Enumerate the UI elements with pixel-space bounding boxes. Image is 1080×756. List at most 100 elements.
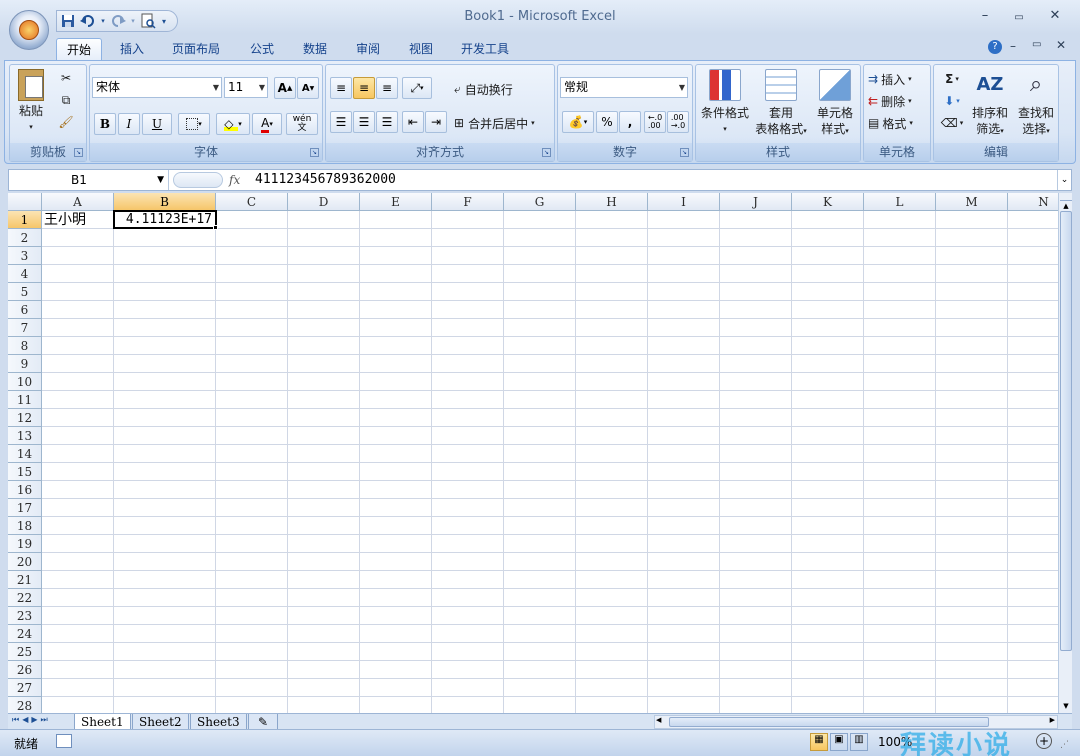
- row-header-11[interactable]: 11: [8, 391, 42, 409]
- bold-button[interactable]: B: [94, 113, 116, 135]
- tab-developer[interactable]: 开发工具: [452, 38, 518, 60]
- scroll-right-icon[interactable]: ▶: [1050, 716, 1055, 724]
- maximize-button[interactable]: ▭: [1002, 8, 1036, 28]
- grow-font-button[interactable]: A ▲: [274, 77, 296, 99]
- decrease-indent-button[interactable]: ⇤: [402, 111, 424, 133]
- align-left-button[interactable]: ☰: [330, 111, 352, 133]
- percent-button[interactable]: %: [596, 111, 618, 133]
- row-header-1[interactable]: 1: [8, 211, 42, 229]
- vertical-scrollbar[interactable]: ▲ ▼: [1058, 193, 1072, 713]
- column-header-f[interactable]: F: [432, 193, 504, 211]
- tab-insert[interactable]: 插入: [110, 38, 154, 60]
- undo-dropdown-icon[interactable]: ▾: [99, 12, 107, 30]
- fill-handle[interactable]: [213, 225, 218, 230]
- row-header-17[interactable]: 17: [8, 499, 42, 517]
- scroll-down-icon[interactable]: ▼: [1060, 701, 1072, 711]
- column-header-a[interactable]: A: [42, 193, 114, 211]
- close-button[interactable]: ✕: [1038, 8, 1072, 28]
- customize-qat-icon[interactable]: ▾: [159, 12, 169, 30]
- row-header-15[interactable]: 15: [8, 463, 42, 481]
- align-middle-button[interactable]: ≡: [353, 77, 375, 99]
- orientation-button[interactable]: ⤢ ▾: [402, 77, 432, 99]
- column-header-n[interactable]: N: [1008, 193, 1058, 211]
- scroll-left-icon[interactable]: ◀: [656, 716, 661, 724]
- delete-cells-button[interactable]: ⇇ 删除 ▾: [868, 91, 912, 111]
- row-header-7[interactable]: 7: [8, 319, 42, 337]
- workbook-restore-button[interactable]: ▭: [1032, 39, 1041, 50]
- find-select-button[interactable]: ⌕ 查找和 选择▾: [1014, 69, 1058, 139]
- align-top-button[interactable]: ≡: [330, 77, 352, 99]
- cell-a1[interactable]: 王小明: [44, 211, 112, 229]
- row-header-13[interactable]: 13: [8, 427, 42, 445]
- currency-button[interactable]: 💰 ▾: [562, 111, 594, 133]
- merge-center-button[interactable]: ⊞ 合并后居中 ▾: [454, 113, 535, 133]
- formula-bar-resize-handle[interactable]: [173, 172, 223, 188]
- row-header-4[interactable]: 4: [8, 265, 42, 283]
- clear-button[interactable]: ⌫ ▾: [938, 113, 966, 133]
- row-header-2[interactable]: 2: [8, 229, 42, 247]
- expand-formula-bar-icon[interactable]: ⌄: [1057, 170, 1071, 190]
- format-cells-button[interactable]: ▤ 格式 ▾: [868, 113, 913, 133]
- scroll-up-icon[interactable]: ▲: [1060, 201, 1072, 211]
- cell-styles-button[interactable]: 单元格 样式▾: [810, 69, 860, 139]
- macro-record-icon[interactable]: [56, 734, 72, 748]
- italic-button[interactable]: I: [118, 113, 140, 135]
- sort-filter-button[interactable]: AZ 排序和 筛选▾: [968, 69, 1012, 139]
- copy-icon[interactable]: ⧉: [56, 91, 76, 109]
- column-header-l[interactable]: L: [864, 193, 936, 211]
- sheet-tab-2[interactable]: Sheet2: [132, 714, 189, 730]
- print-preview-icon[interactable]: [139, 12, 157, 30]
- row-header-3[interactable]: 3: [8, 247, 42, 265]
- sheet-nav-icons[interactable]: ⏮◀▶⏭: [12, 715, 51, 725]
- row-header-16[interactable]: 16: [8, 481, 42, 499]
- row-header-28[interactable]: 28: [8, 697, 42, 713]
- phonetic-button[interactable]: wén 文: [286, 113, 318, 135]
- underline-button[interactable]: U: [142, 113, 172, 135]
- formula-input[interactable]: 411123456789362000: [255, 170, 396, 190]
- format-painter-icon[interactable]: 🖌: [56, 113, 76, 131]
- worksheet-grid[interactable]: A B C D E F G H I J K L M N 1 2 3 4 5 6 7 8 9 10 11 12 13 14 15 16 17 1…: [8, 193, 1058, 713]
- comma-button[interactable]: ,: [619, 111, 641, 133]
- row-header-23[interactable]: 23: [8, 607, 42, 625]
- tab-formulas[interactable]: 公式: [240, 38, 284, 60]
- row-header-20[interactable]: 20: [8, 553, 42, 571]
- alignment-launcher-icon[interactable]: ↘: [542, 148, 551, 157]
- row-header-5[interactable]: 5: [8, 283, 42, 301]
- zoom-in-icon[interactable]: +: [1036, 733, 1052, 749]
- shrink-font-button[interactable]: A ▼: [297, 77, 319, 99]
- resize-grip-icon[interactable]: ⋰: [1060, 740, 1069, 750]
- row-header-19[interactable]: 19: [8, 535, 42, 553]
- column-header-i[interactable]: I: [648, 193, 720, 211]
- conditional-formatting-button[interactable]: 条件格式 ▾: [698, 69, 752, 137]
- row-header-9[interactable]: 9: [8, 355, 42, 373]
- row-header-10[interactable]: 10: [8, 373, 42, 391]
- format-as-table-button[interactable]: 套用 表格格式▾: [752, 69, 810, 139]
- row-header-24[interactable]: 24: [8, 625, 42, 643]
- page-break-view-icon[interactable]: ▥: [850, 733, 868, 751]
- row-header-21[interactable]: 21: [8, 571, 42, 589]
- tab-view[interactable]: 视图: [399, 38, 443, 60]
- borders-button[interactable]: ▾: [178, 113, 210, 135]
- clipboard-launcher-icon[interactable]: ↘: [74, 148, 83, 157]
- increase-indent-button[interactable]: ⇥: [425, 111, 447, 133]
- name-box[interactable]: B1 ▼: [9, 170, 169, 190]
- row-header-8[interactable]: 8: [8, 337, 42, 355]
- fill-color-button[interactable]: ◇ ▾: [216, 113, 250, 135]
- column-header-h[interactable]: H: [576, 193, 648, 211]
- sheet-tab-1[interactable]: Sheet1: [74, 714, 131, 730]
- tab-home[interactable]: 开始: [56, 38, 102, 60]
- font-size-dropdown[interactable]: 11 ▼: [224, 77, 268, 98]
- row-header-6[interactable]: 6: [8, 301, 42, 319]
- number-launcher-icon[interactable]: ↘: [680, 148, 689, 157]
- column-header-c[interactable]: C: [216, 193, 288, 211]
- row-header-25[interactable]: 25: [8, 643, 42, 661]
- page-layout-view-icon[interactable]: ▣: [830, 733, 848, 751]
- select-all-button[interactable]: [8, 193, 42, 211]
- row-header-26[interactable]: 26: [8, 661, 42, 679]
- tab-review[interactable]: 审阅: [346, 38, 390, 60]
- column-header-e[interactable]: E: [360, 193, 432, 211]
- redo-icon[interactable]: [109, 12, 127, 30]
- undo-icon[interactable]: [79, 12, 97, 30]
- row-header-18[interactable]: 18: [8, 517, 42, 535]
- column-header-m[interactable]: M: [936, 193, 1008, 211]
